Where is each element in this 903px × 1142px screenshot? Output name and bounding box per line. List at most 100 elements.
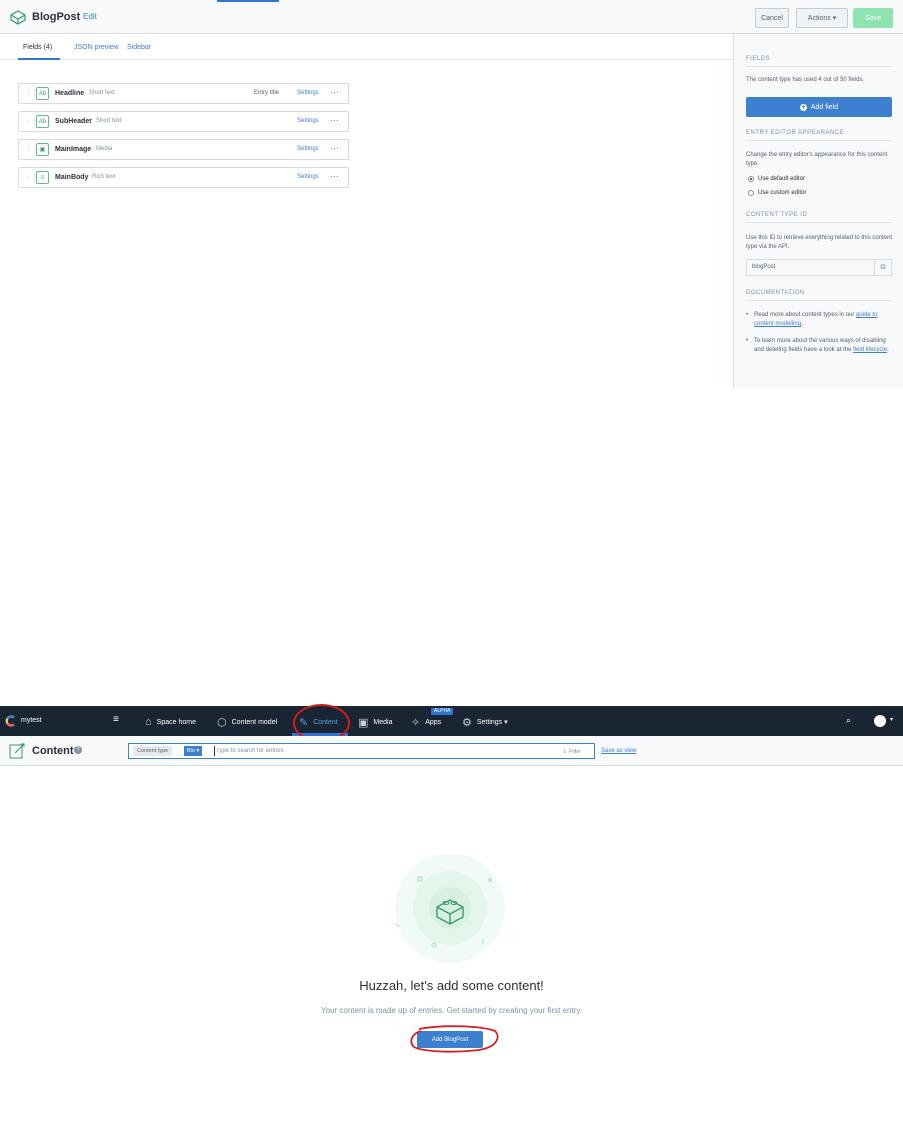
editor-tabs: Fields (4) JSON preview Sidebar [0,34,733,60]
filter-label: Filter [569,749,582,755]
appearance-heading: ENTRY EDITOR APPEARANCE [746,130,845,136]
custom-editor-label: Use custom editor [758,190,807,196]
more-icon[interactable]: ··· [330,87,339,97]
annotation-circle-add-button [410,1025,499,1053]
field-type: Short text [96,118,122,124]
media-icon: ▣ [358,716,369,729]
field-name: MainImage [55,146,92,153]
short-text-icon: Ab [36,115,49,128]
content-type-id-text: Use this ID to retrieve everything relat… [746,235,893,250]
content-model-icon: ⬡ [217,716,227,729]
more-icon[interactable]: ··· [330,143,339,153]
nav-label: Space home [156,718,196,726]
docs-text: . [801,321,803,327]
filter-button[interactable]: ⏚ Filter [562,747,581,755]
edit-link[interactable]: Edit [83,12,97,21]
entry-title-badge: Entry title [254,90,280,96]
search-icon[interactable]: ⌕ [846,715,851,726]
short-text-icon: Ab [36,87,49,100]
rich-text-icon: ≡ [36,171,49,184]
nav-media[interactable]: ▣ Media [358,715,392,729]
apps-icon: ✧ [411,716,421,729]
active-tab-indicator [18,58,60,60]
filter-icon: ⏚ [562,749,570,755]
field-settings-link[interactable]: Settings [297,146,319,152]
menu-icon[interactable]: ≡ [113,714,119,725]
empty-state-subtitle: Your content is made up of entries. Get … [320,1006,583,1015]
nav-content-model[interactable]: ⬡ Content model [217,715,277,729]
fields-usage-text: The content type has used 4 out of 50 fi… [746,77,865,83]
nav-label: Content model [231,718,278,726]
chevron-down-icon[interactable]: ▾ [890,716,893,723]
field-lifecycle-link[interactable]: field lifecycle [853,347,887,353]
content-type-filter-label: Content type [133,746,173,756]
tab-json-preview[interactable]: JSON preview [74,44,119,51]
field-settings-link[interactable]: Settings [297,174,319,180]
cancel-button[interactable]: Cancel [755,8,789,28]
field-settings-link[interactable]: Settings [297,118,319,124]
divider [746,222,892,223]
docs-text: . [887,347,889,353]
nav-space-home[interactable]: ⌂ Space home [145,715,196,729]
content-type-filter-select[interactable]: Blo ▾ [184,746,203,756]
nav-apps[interactable]: ✧ Apps [411,715,441,729]
copy-icon[interactable]: ⧉ [874,260,891,275]
docs-item-lifecycle: To learn more about the various ways of … [746,337,894,355]
default-editor-label: Use default editor [758,176,806,182]
media-icon: ▣ [36,143,49,156]
more-icon[interactable]: ··· [330,171,339,181]
plus-icon: + [799,103,807,111]
top-navigation: mytest ≡ ⌂ Space home ⬡ Content model ✎ … [0,706,903,736]
docs-text: Read more about content types in our [754,312,857,318]
search-input[interactable] [216,746,546,756]
content-type-icon [10,10,26,25]
field-row-mainimage[interactable]: ⋮⋮ ▣ MainImage Media Settings ··· [18,139,349,160]
nav-settings[interactable]: ⚙ Settings ▾ [462,715,508,729]
field-row-mainbody[interactable]: ⋮⋮ ≡ MainBody Rich text Settings ··· [18,167,349,188]
field-row-headline[interactable]: ⋮⋮ Ab Headline Short text Entry title Se… [18,83,349,104]
content-header: Content ? Content type Blo ▾ ⏚ Filter Sa… [0,736,903,766]
field-settings-link[interactable]: Settings [297,90,319,96]
space-name[interactable]: mytest [21,717,42,724]
more-icon[interactable]: ··· [330,115,339,125]
custom-editor-radio[interactable] [748,190,754,196]
actions-button[interactable]: Actions ▾ [796,8,848,28]
add-field-label: Add field [810,103,839,111]
avatar[interactable] [874,715,886,727]
divider [746,140,892,141]
empty-state-title: Huzzah, let's add some content! [359,978,544,993]
appearance-text: Change the entry editor's appearance for… [746,152,888,167]
content-icon [9,743,25,759]
editor-sidebar: FIELDS The content type has used 4 out o… [733,34,903,388]
field-name: MainBody [55,174,89,181]
content-type-id-field[interactable]: blogPost ⧉ [746,259,892,276]
empty-state-illustration [395,855,505,963]
contentful-logo-icon [5,715,15,727]
content-type-id-value: blogPost [752,264,776,270]
text-cursor [214,746,215,756]
entry-search-bar[interactable]: Content type Blo ▾ ⏚ Filter [128,743,595,759]
gear-icon: ⚙ [462,716,472,729]
alpha-badge: ALPHA [431,708,454,715]
add-field-button[interactable]: + Add field [746,97,892,117]
top-accent-bar [217,0,279,2]
documentation-heading: DOCUMENTATION [746,290,805,296]
divider [746,66,892,67]
field-type: Media [96,146,113,152]
nav-label: Media [373,718,393,726]
tab-sidebar[interactable]: Sidebar [127,44,151,51]
field-name: SubHeader [55,118,92,125]
save-as-view-link[interactable]: Save as view [601,748,636,754]
default-editor-radio[interactable] [748,176,754,182]
tab-fields[interactable]: Fields (4) [23,44,52,51]
help-icon[interactable]: ? [74,746,82,754]
divider [746,300,892,301]
field-row-subheader[interactable]: ⋮⋮ Ab SubHeader Short text Settings ··· [18,111,349,132]
field-type: Rich text [92,174,116,180]
fields-heading: FIELDS [746,56,771,62]
page-title: Content [32,745,74,757]
field-type: Short text [89,90,115,96]
save-button[interactable]: Save [853,8,893,28]
docs-item-guide: Read more about content types in our gui… [746,311,894,329]
content-type-title: BlogPost [32,11,81,23]
